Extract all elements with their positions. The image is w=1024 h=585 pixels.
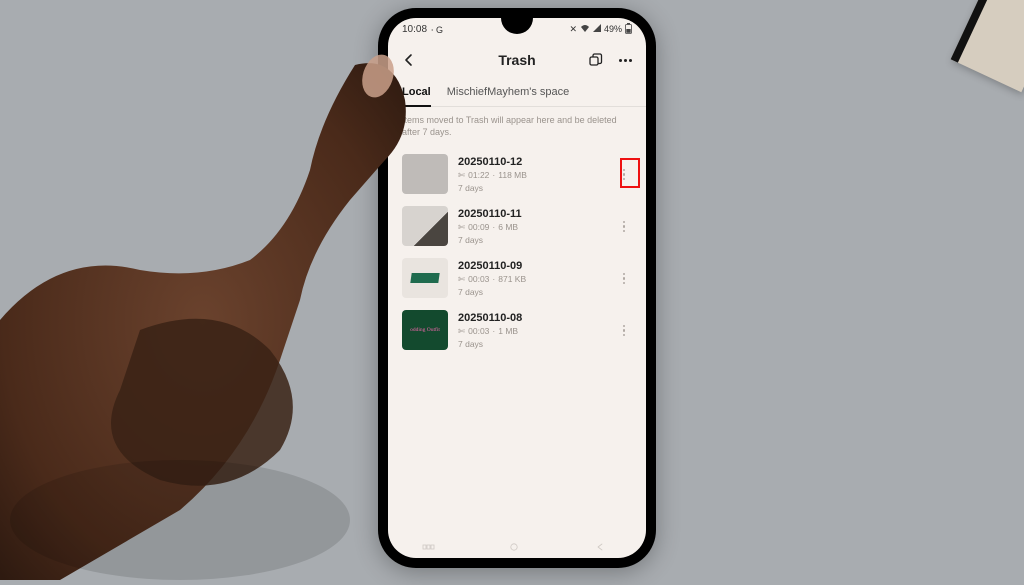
nav-back-icon[interactable] — [593, 539, 613, 549]
wifi-icon — [580, 24, 590, 34]
tab-cloud[interactable]: MischiefMayhem's space — [447, 80, 570, 106]
thumbnail-text: odding Outfit — [410, 327, 440, 333]
corner-object — [934, 0, 1024, 110]
battery-text: 49% — [604, 24, 622, 34]
item-meta: ✄ 00:09 · 6 MB — [458, 222, 606, 233]
nav-recents-icon[interactable] — [421, 539, 441, 549]
status-time: 10:08 — [402, 24, 427, 35]
highlight-box — [620, 158, 640, 188]
scissors-icon: ✄ — [458, 274, 465, 285]
item-more-icon[interactable] — [616, 321, 632, 341]
tab-local[interactable]: Local — [402, 80, 431, 106]
scissors-icon: ✄ — [458, 326, 465, 337]
hand-overlay — [0, 20, 430, 580]
item-days: 7 days — [458, 339, 606, 349]
item-meta: ✄ 01:22 · 118 MB — [458, 170, 606, 181]
list-item[interactable]: 20250110-11 ✄ 00:09 · 6 MB 7 days — [388, 200, 646, 252]
back-button[interactable] — [400, 51, 418, 69]
item-thumbnail — [402, 154, 448, 194]
scissors-icon: ✄ — [458, 170, 465, 181]
nav-home-icon[interactable] — [507, 539, 527, 549]
item-title: 20250110-12 — [458, 156, 606, 168]
phone-frame: 10:08 ⸱ G ✕ 49% Trash — [378, 8, 656, 568]
list-item[interactable]: 20250110-09 ✄ 00:03 · 871 KB 7 days — [388, 252, 646, 304]
item-body: 20250110-09 ✄ 00:03 · 871 KB 7 days — [458, 260, 606, 297]
item-title: 20250110-08 — [458, 312, 606, 324]
list-item[interactable]: 20250110-12 ✄ 01:22 · 118 MB 7 days — [388, 148, 646, 200]
item-meta: ✄ 00:03 · 871 KB — [458, 274, 606, 285]
app-header: Trash — [388, 40, 646, 80]
item-thumbnail — [402, 206, 448, 246]
battery-icon — [625, 23, 632, 36]
vibrate-icon: ✕ — [569, 24, 577, 35]
item-more-icon[interactable] — [616, 217, 632, 237]
item-thumbnail: odding Outfit — [402, 310, 448, 350]
more-horizontal-icon[interactable] — [616, 51, 634, 69]
list-item[interactable]: odding Outfit 20250110-08 ✄ 00:03 · 1 MB… — [388, 304, 646, 356]
item-body: 20250110-11 ✄ 00:09 · 6 MB 7 days — [458, 208, 606, 245]
item-thumbnail — [402, 258, 448, 298]
scissors-icon: ✄ — [458, 222, 465, 233]
item-body: 20250110-08 ✄ 00:03 · 1 MB 7 days — [458, 312, 606, 349]
page-title: Trash — [498, 52, 535, 68]
copy-icon[interactable] — [586, 51, 604, 69]
item-days: 7 days — [458, 183, 606, 193]
item-days: 7 days — [458, 287, 606, 297]
trash-hint: Items moved to Trash will appear here an… — [388, 107, 646, 148]
status-net: ⸱ G — [431, 23, 443, 36]
item-meta: ✄ 00:03 · 1 MB — [458, 326, 606, 337]
item-title: 20250110-11 — [458, 208, 606, 220]
trash-list: 20250110-12 ✄ 01:22 · 118 MB 7 days 2025… — [388, 148, 646, 356]
item-days: 7 days — [458, 235, 606, 245]
tabs: Local MischiefMayhem's space — [388, 80, 646, 107]
android-navbar — [388, 534, 646, 554]
item-more-icon[interactable] — [616, 269, 632, 289]
item-title: 20250110-09 — [458, 260, 606, 272]
phone-screen: 10:08 ⸱ G ✕ 49% Trash — [388, 18, 646, 558]
item-body: 20250110-12 ✄ 01:22 · 118 MB 7 days — [458, 156, 606, 193]
signal-icon — [593, 24, 601, 34]
